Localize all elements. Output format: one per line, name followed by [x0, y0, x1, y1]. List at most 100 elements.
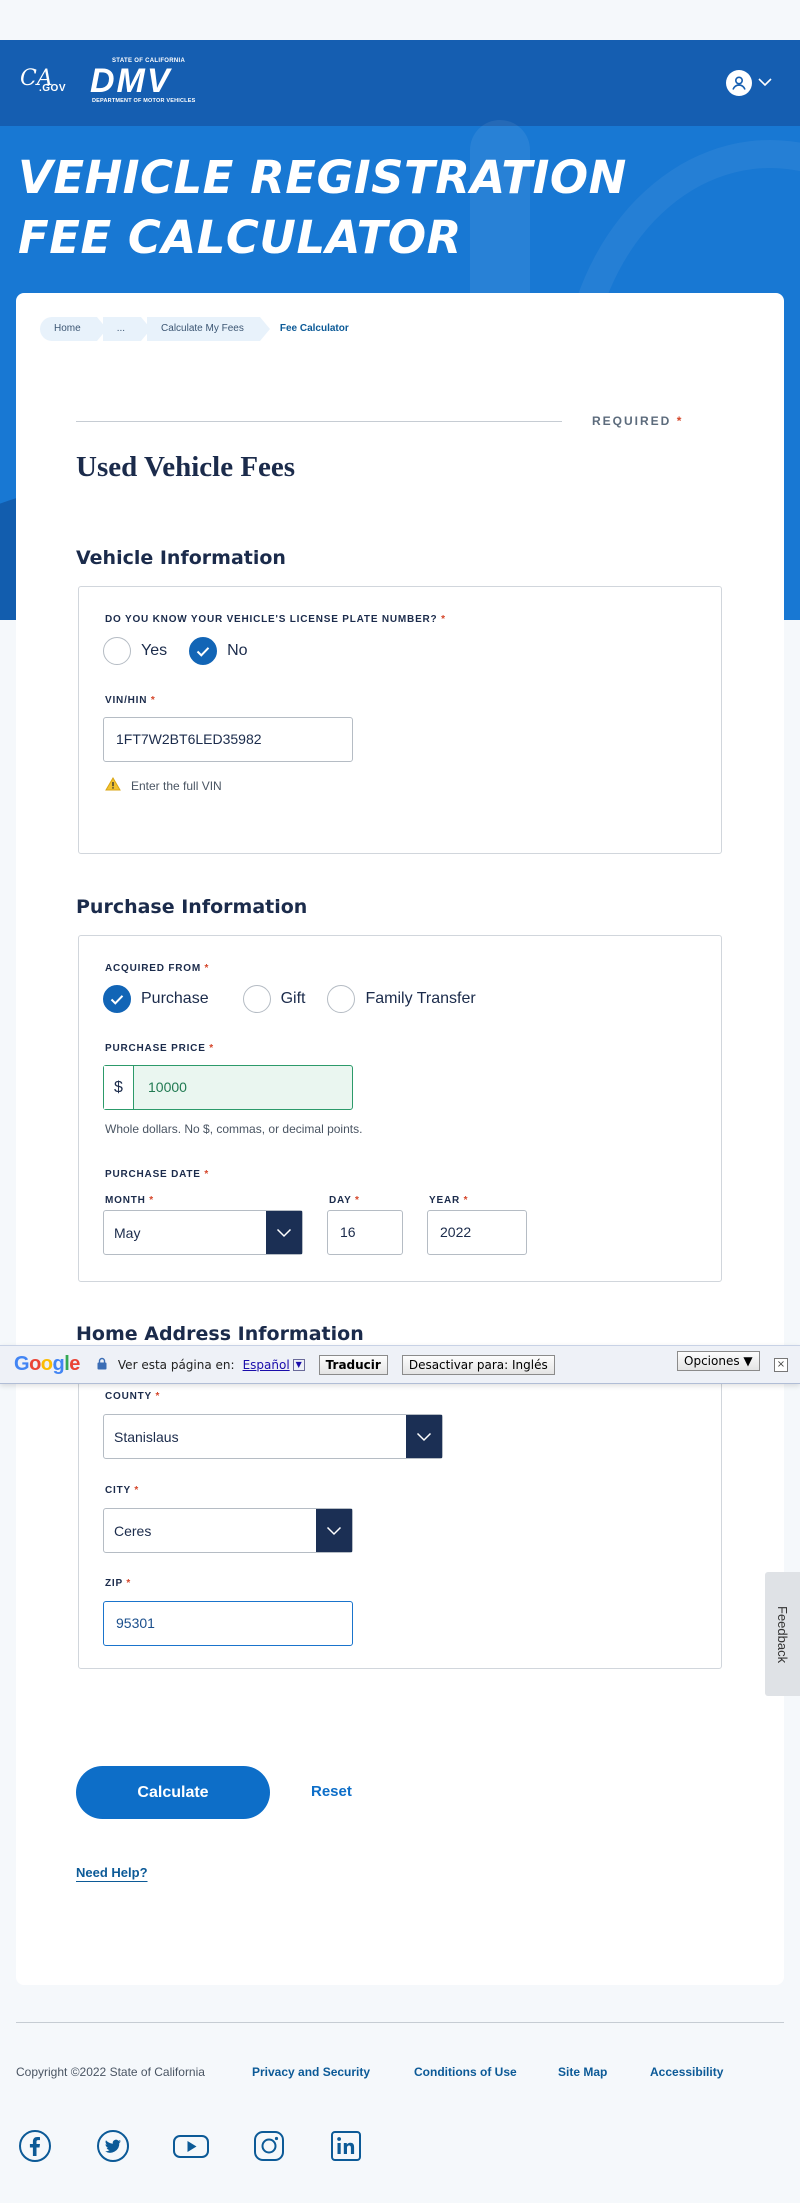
section-title-purchase: Purchase Information — [76, 896, 308, 918]
facebook-icon[interactable] — [18, 2129, 52, 2163]
calculate-button[interactable]: Calculate — [76, 1766, 270, 1819]
dollar-prefix: $ — [104, 1066, 134, 1109]
county-label-text: COUNTY — [105, 1391, 152, 1402]
disable-translation-button[interactable]: Desactivar para: Inglés — [401, 1354, 555, 1375]
purchase-price-label: PURCHASE PRICE * — [105, 1043, 214, 1054]
translate-options-button[interactable]: Opciones ▼ — [677, 1351, 760, 1371]
city-label-text: CITY — [105, 1485, 131, 1496]
day-label: DAY * — [329, 1195, 360, 1206]
vin-label-text: VIN/HIN — [105, 695, 148, 706]
user-icon — [726, 70, 752, 96]
radio-plate-yes[interactable]: Yes — [103, 637, 167, 665]
required-star: * — [149, 1195, 154, 1206]
breadcrumb-calculate-fees[interactable]: Calculate My Fees — [147, 317, 270, 341]
purchase-price-value: 10000 — [148, 1079, 187, 1095]
year-label-text: YEAR — [429, 1195, 460, 1206]
page-hero-title: VEHICLE REGISTRATION FEE CALCULATOR — [18, 151, 627, 264]
chevron-down-icon — [406, 1415, 442, 1458]
purchase-price-hint: Whole dollars. No $, commas, or decimal … — [105, 1122, 363, 1136]
breadcrumb-current: Fee Calculator — [279, 323, 349, 334]
translate-options-wrap: Opciones ▼ — [677, 1351, 760, 1371]
purchase-price-text: PURCHASE PRICE — [105, 1043, 206, 1054]
radio-family-transfer[interactable]: Family Transfer — [327, 985, 476, 1013]
radio-label: Purchase — [141, 990, 209, 1007]
required-star: * — [150, 695, 156, 706]
need-help-link[interactable]: Need Help? — [76, 1865, 148, 1880]
vin-input[interactable]: 1FT7W2BT6LED35982 — [103, 717, 353, 762]
language-dropdown-toggle[interactable]: ▼ — [292, 1358, 305, 1371]
section-title-vehicle: Vehicle Information — [76, 547, 286, 569]
county-label: COUNTY * — [105, 1391, 160, 1402]
footer-link-sitemap[interactable]: Site Map — [558, 2065, 607, 2079]
linkedin-icon[interactable] — [329, 2129, 363, 2163]
year-label: YEAR * — [429, 1195, 468, 1206]
chevron-down-icon — [758, 74, 772, 92]
month-select[interactable]: May — [103, 1210, 303, 1255]
radio-purchase[interactable]: Purchase — [103, 985, 209, 1013]
plate-question-label: DO YOU KNOW YOUR VEHICLE'S LICENSE PLATE… — [105, 614, 446, 625]
required-star: * — [441, 614, 446, 625]
check-icon — [103, 985, 131, 1013]
required-legend: REQUIRED * — [592, 414, 683, 428]
day-input[interactable]: 16 — [327, 1210, 403, 1255]
day-label-text: DAY — [329, 1195, 352, 1206]
city-select[interactable]: Ceres — [103, 1508, 353, 1553]
zip-input[interactable]: 95301 — [103, 1601, 353, 1646]
feedback-tab[interactable]: Feedback — [765, 1572, 800, 1696]
chevron-down-icon — [316, 1509, 352, 1552]
purchase-info-fieldset: ACQUIRED FROM * Purchase Gift Family Tra… — [78, 935, 722, 1282]
youtube-icon[interactable] — [172, 2129, 210, 2163]
required-star: * — [155, 1391, 161, 1402]
dmv-logo-dept: DEPARTMENT OF MOTOR VEHICLES — [92, 98, 196, 104]
acquired-from-text: ACQUIRED FROM — [105, 963, 201, 974]
acquired-from-label: ACQUIRED FROM * — [105, 963, 209, 974]
check-icon — [189, 637, 218, 665]
instagram-icon[interactable] — [252, 2129, 286, 2163]
twitter-icon[interactable] — [96, 2129, 130, 2163]
required-star: * — [134, 1485, 140, 1496]
required-star: * — [204, 1169, 210, 1180]
dmv-logo[interactable]: STATE OF CALIFORNIA DMV DEPARTMENT OF MO… — [90, 58, 212, 106]
city-value: Ceres — [114, 1522, 152, 1539]
month-label: MONTH * — [105, 1195, 154, 1206]
vehicle-info-fieldset: DO YOU KNOW YOUR VEHICLE'S LICENSE PLATE… — [78, 586, 722, 854]
purchase-date-text: PURCHASE DATE — [105, 1169, 201, 1180]
translate-button[interactable]: Traducir — [318, 1354, 388, 1375]
reset-button[interactable]: Reset — [311, 1783, 352, 1800]
acquired-radio-group: Purchase Gift Family Transfer — [103, 985, 498, 1013]
google-logo: Google — [14, 1353, 80, 1375]
breadcrumb-home[interactable]: Home — [40, 317, 107, 341]
required-star: * — [209, 1043, 214, 1054]
footer-link-privacy[interactable]: Privacy and Security — [252, 2065, 370, 2079]
ca-gov-logo[interactable]: CA .GOV — [20, 66, 68, 100]
section-title-home-address: Home Address Information — [76, 1323, 364, 1345]
divider — [76, 421, 562, 422]
translate-prompt: Ver esta página en: — [117, 1357, 235, 1372]
user-menu[interactable] — [726, 68, 778, 98]
required-star: * — [355, 1195, 360, 1206]
radio-plate-no[interactable]: No — [189, 637, 248, 665]
purchase-price-input[interactable]: $ 10000 — [103, 1065, 353, 1110]
county-select[interactable]: Stanislaus — [103, 1414, 443, 1459]
footer-link-accessibility[interactable]: Accessibility — [650, 2065, 723, 2079]
radio-circle — [327, 985, 356, 1013]
zip-label: ZIP * — [105, 1578, 131, 1589]
page-title: Used Vehicle Fees — [76, 451, 296, 483]
chevron-down-icon — [266, 1211, 302, 1254]
radio-label: Yes — [141, 642, 168, 659]
top-strip — [0, 0, 800, 40]
warning-icon — [105, 777, 121, 794]
radio-gift[interactable]: Gift — [242, 985, 305, 1013]
vin-label: VIN/HIN * — [105, 695, 156, 706]
footer-link-conditions[interactable]: Conditions of Use — [414, 2065, 517, 2079]
vin-warning: Enter the full VIN — [105, 777, 222, 794]
footer-divider — [16, 2022, 784, 2023]
year-input[interactable]: 2022 — [427, 1210, 527, 1255]
home-address-fieldset: COUNTY * Stanislaus CITY * Ceres ZIP * 9… — [78, 1363, 722, 1669]
radio-circle — [103, 637, 131, 665]
breadcrumb-ellipsis[interactable]: ... — [102, 317, 152, 341]
translate-language-link[interactable]: Español — [243, 1358, 290, 1372]
required-star: * — [463, 1195, 469, 1206]
close-icon[interactable]: × — [774, 1358, 788, 1372]
required-star: * — [204, 963, 210, 974]
